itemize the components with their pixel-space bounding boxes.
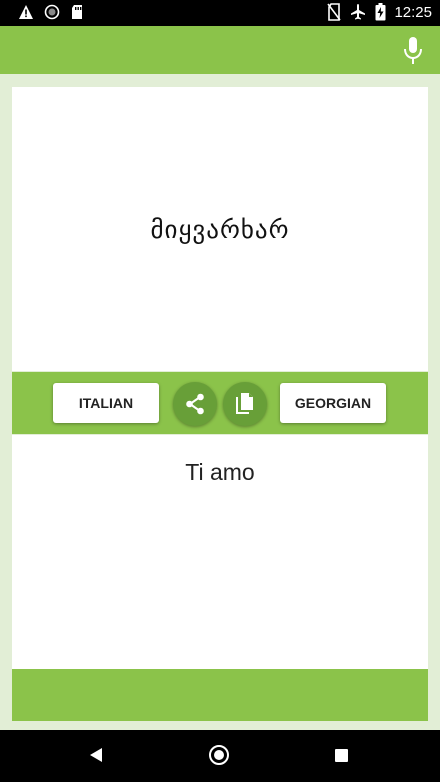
copy-icon xyxy=(236,393,253,414)
airplane-icon xyxy=(351,4,366,20)
copy-button[interactable] xyxy=(223,382,267,426)
back-icon[interactable] xyxy=(89,747,103,763)
home-icon[interactable] xyxy=(209,745,229,765)
recents-icon[interactable] xyxy=(335,749,348,762)
share-icon xyxy=(186,393,204,415)
status-time: 12:25 xyxy=(394,3,432,21)
microphone-icon xyxy=(404,37,422,64)
no-sim-icon xyxy=(327,3,342,21)
source-language-button[interactable]: ITALIAN xyxy=(53,383,159,423)
target-text-panel[interactable]: Ti amo xyxy=(12,435,428,669)
share-button[interactable] xyxy=(173,382,217,426)
app-bar xyxy=(0,26,440,74)
bottom-bar xyxy=(12,669,428,721)
target-text: Ti amo xyxy=(185,459,255,485)
warning-icon xyxy=(19,5,33,19)
target-language-button[interactable]: GEORGIAN xyxy=(280,383,386,423)
status-bar-left xyxy=(18,4,84,20)
sd-card-icon xyxy=(72,5,82,19)
source-text: მიყვარხარ xyxy=(150,214,290,244)
battery-charging-icon xyxy=(375,3,386,21)
status-bar: 12:25 xyxy=(0,0,440,26)
source-text-panel[interactable]: მიყვარხარ xyxy=(12,87,428,371)
home-icon-dot xyxy=(214,750,224,760)
navigation-bar xyxy=(0,730,440,782)
microphone-button[interactable] xyxy=(400,36,426,66)
language-bar: ITALIAN GEORGIAN xyxy=(12,372,428,434)
circle-icon xyxy=(44,4,60,20)
status-bar-right: 12:25 xyxy=(327,3,432,21)
